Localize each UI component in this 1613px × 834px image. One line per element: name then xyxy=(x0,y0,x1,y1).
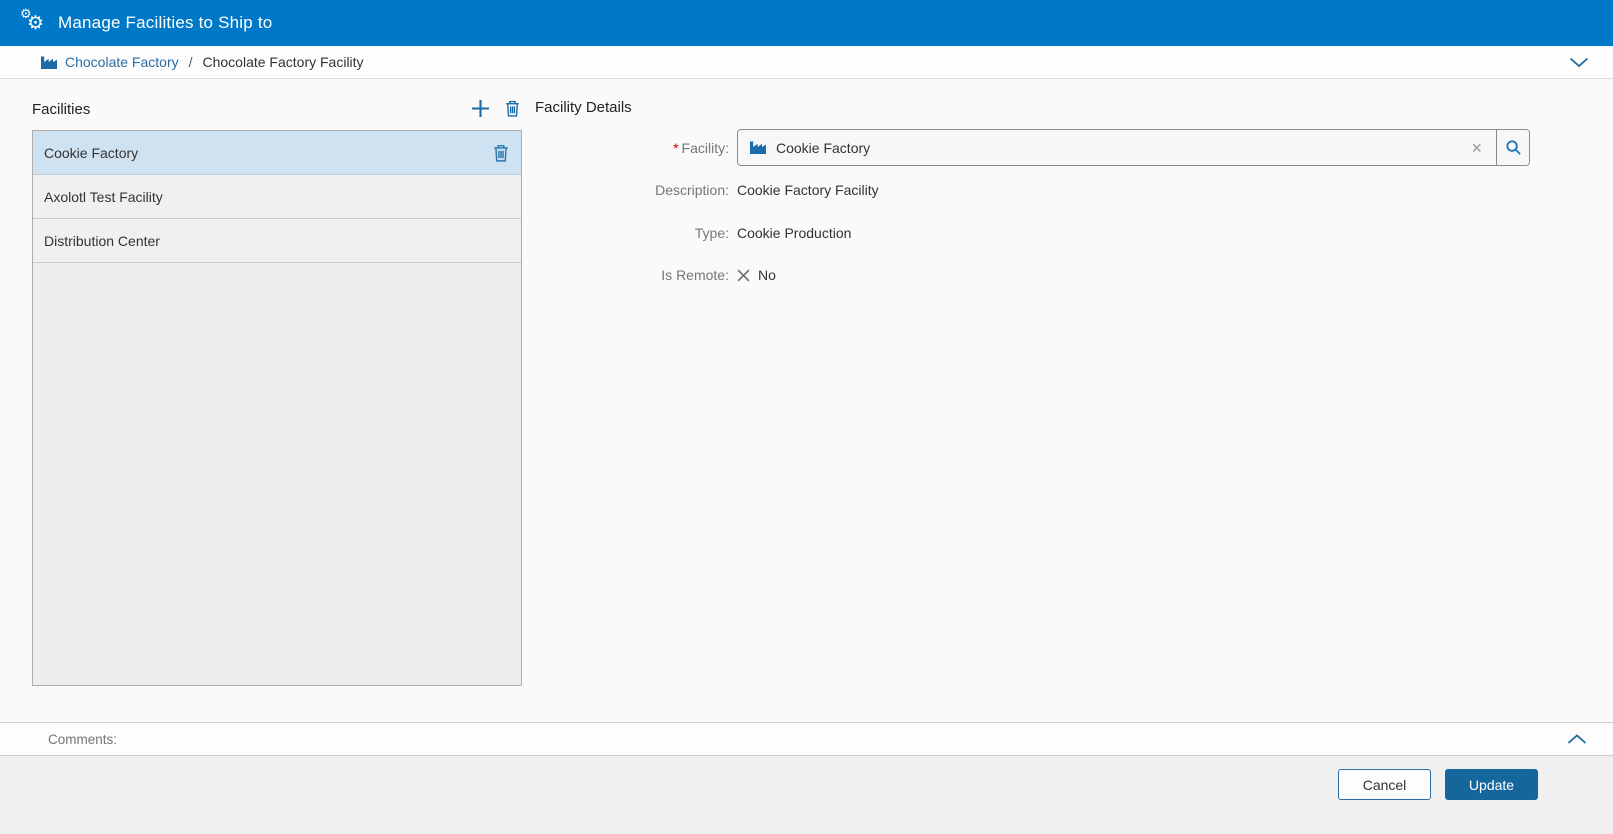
facility-list-item-axolotl-test-facility[interactable]: Axolotl Test Facility xyxy=(33,175,521,219)
facilities-title: Facilities xyxy=(32,101,91,118)
facility-details-title: Facility Details xyxy=(535,99,632,116)
factory-icon xyxy=(749,140,767,155)
type-field-label: Type: xyxy=(694,225,729,241)
facility-value: Cookie Factory xyxy=(776,139,871,156)
footer-bar: Cancel Update xyxy=(0,756,1613,834)
add-facility-button[interactable] xyxy=(471,99,490,118)
description-field-row: Description: Cookie Factory Facility xyxy=(535,175,1581,205)
type-value: Cookie Production xyxy=(737,225,852,241)
facility-list-item-cookie-factory[interactable]: Cookie Factory xyxy=(33,131,521,175)
breadcrumb-root-link[interactable]: Chocolate Factory xyxy=(65,54,179,70)
trash-icon[interactable] xyxy=(493,144,509,162)
facility-details-panel: Facility Details * Facility: Cookie Facto… xyxy=(535,79,1581,290)
required-marker: * xyxy=(673,139,679,156)
window-title: Manage Facilities to Ship to xyxy=(58,13,273,32)
search-button[interactable] xyxy=(1496,130,1529,165)
is-remote-field-label: Is Remote: xyxy=(661,267,729,283)
description-value: Cookie Factory Facility xyxy=(737,182,879,198)
facilities-list: Cookie Factory Axolotl Test Facility Dis… xyxy=(32,130,522,686)
chevron-up-icon[interactable] xyxy=(1567,733,1587,745)
breadcrumb-current: Chocolate Factory Facility xyxy=(202,54,364,70)
facilities-panel-header: Facilities xyxy=(32,79,522,130)
cancel-button[interactable]: Cancel xyxy=(1338,769,1431,800)
magnifier-icon xyxy=(1505,139,1522,156)
facility-field-row: * Facility: Cookie Factory × xyxy=(535,129,1581,166)
facility-item-label: Axolotl Test Facility xyxy=(44,188,163,205)
facilities-panel: Facilities Cookie Factory Axolotl Test F… xyxy=(32,79,522,686)
facility-item-label: Cookie Factory xyxy=(44,144,139,161)
facility-input[interactable]: Cookie Factory × xyxy=(738,130,1496,165)
title-bar: ⚙ ⚙ Manage Facilities to Ship to xyxy=(0,0,1613,46)
breadcrumb: Chocolate Factory / Chocolate Factory Fa… xyxy=(0,46,1613,79)
breadcrumb-separator: / xyxy=(188,54,193,70)
delete-facility-button[interactable] xyxy=(505,100,520,117)
cogs-icon: ⚙ ⚙ xyxy=(20,6,48,37)
description-field-label: Description: xyxy=(655,182,729,198)
update-button[interactable]: Update xyxy=(1445,769,1538,800)
is-remote-field-row: Is Remote: No xyxy=(535,260,1581,290)
facility-list-item-distribution-center[interactable]: Distribution Center xyxy=(33,219,521,263)
comments-section: Comments: xyxy=(0,722,1613,756)
comments-label: Comments: xyxy=(48,731,118,747)
facility-item-label: Distribution Center xyxy=(44,232,160,249)
clear-icon[interactable]: × xyxy=(1467,139,1486,157)
chevron-down-icon[interactable] xyxy=(1569,57,1589,68)
is-remote-value: No xyxy=(737,267,776,283)
facility-field-label: * Facility: xyxy=(673,139,729,156)
type-field-row: Type: Cookie Production xyxy=(535,218,1581,248)
facility-picker: Cookie Factory × xyxy=(737,129,1530,166)
gear-large-glyph: ⚙ xyxy=(27,13,45,34)
factory-icon xyxy=(40,55,58,70)
x-mark-icon xyxy=(737,268,750,282)
